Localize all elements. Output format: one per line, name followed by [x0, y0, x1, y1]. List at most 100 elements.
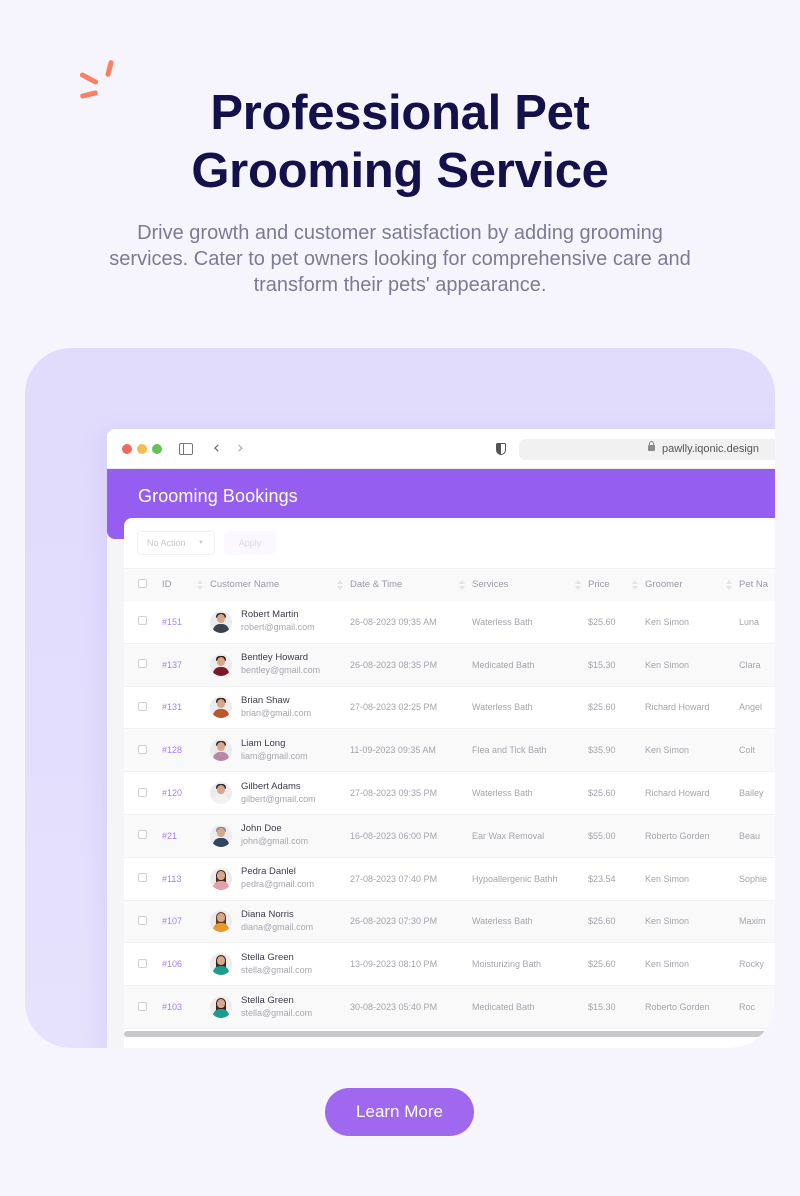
price: $35.90: [588, 728, 645, 773]
booking-id-link[interactable]: #106: [162, 959, 182, 969]
sidebar-toggle-icon[interactable]: [179, 443, 193, 455]
avatar: [210, 739, 232, 762]
table-row[interactable]: #113 Pedra Danlel pedra@gmail.com 27-08-…: [124, 857, 775, 901]
booking-id-link[interactable]: #137: [162, 660, 182, 670]
sort-icon[interactable]: [575, 579, 581, 590]
customer-cell: Bentley Howard bentley@gmail.com: [210, 652, 350, 677]
column-header-id[interactable]: ID: [162, 568, 210, 601]
service-name: Moisturizing Bath: [472, 942, 588, 987]
pet-name: Sophie: [739, 857, 775, 901]
hero-title-line-1: Professional Pet: [210, 86, 590, 140]
sort-icon[interactable]: [197, 579, 203, 590]
learn-more-button[interactable]: Learn More: [325, 1088, 474, 1136]
customer-email: liam@gmail.com: [241, 750, 308, 761]
groomer-name: Ken Simon: [645, 600, 739, 644]
column-header-groomer[interactable]: Groomer: [645, 568, 739, 601]
customer-cell: Liam Long liam@gmail.com: [210, 738, 350, 763]
customer-email: stella@gmail.com: [241, 1007, 313, 1018]
customer-email: diana@gmail.com: [241, 921, 314, 932]
price: $25.60: [588, 686, 645, 730]
row-checkbox[interactable]: [138, 873, 147, 883]
column-header-pet-name[interactable]: Pet Na: [739, 568, 775, 601]
select-all-checkbox[interactable]: [138, 578, 147, 588]
column-header-services[interactable]: Services: [472, 568, 588, 601]
row-checkbox[interactable]: [138, 787, 147, 797]
avatar: [210, 653, 232, 676]
booking-datetime: 27-08-2023 07:40 PM: [350, 857, 472, 901]
sort-icon[interactable]: [459, 579, 465, 590]
sort-icon[interactable]: [632, 579, 638, 590]
booking-id-link[interactable]: #151: [162, 617, 182, 627]
customer-cell: Stella Green stella@gmail.com: [210, 952, 350, 977]
groomer-name: Roberto Gorden: [645, 814, 739, 858]
customer-name: Stella Green: [241, 994, 294, 1006]
customer-email: brian@gmail.com: [241, 707, 312, 718]
customer-email: john@gmail.com: [241, 836, 309, 847]
minimize-window-dot[interactable]: [137, 444, 147, 454]
lock-icon: [648, 441, 655, 451]
customer-name: Robert Martin: [241, 609, 299, 621]
column-header-customer[interactable]: Customer Name: [210, 568, 350, 601]
table-header-row: ID Customer Name Date & Time Services Pr…: [124, 568, 775, 601]
service-name: Medicated Bath: [472, 985, 588, 1029]
table-row[interactable]: #131 Brian Shaw brian@gmail.com 27-08-20…: [124, 686, 775, 730]
price: $25.60: [588, 771, 645, 815]
close-window-dot[interactable]: [122, 444, 132, 454]
booking-id-link[interactable]: #128: [162, 745, 182, 755]
column-header-datetime[interactable]: Date & Time: [350, 568, 472, 601]
horizontal-scrollbar[interactable]: [124, 1031, 775, 1037]
booking-datetime: 30-08-2023 05:40 PM: [350, 985, 472, 1029]
groomer-name: Ken Simon: [645, 942, 739, 987]
booking-id-link[interactable]: #103: [162, 1002, 182, 1012]
avatar: [210, 996, 232, 1019]
table-row[interactable]: #151 Robert Martin robert@gmail.com 26-0…: [124, 600, 775, 644]
back-arrow-icon[interactable]: ‹: [213, 439, 220, 457]
row-checkbox[interactable]: [138, 659, 147, 669]
pet-name: Beau: [739, 814, 775, 858]
table-row[interactable]: #106 Stella Green stella@gmail.com 13-09…: [124, 942, 775, 987]
groomer-name: Ken Simon: [645, 643, 739, 687]
table-row[interactable]: #103 Stella Green stella@gmail.com 30-08…: [124, 985, 775, 1029]
sort-icon[interactable]: [726, 579, 732, 590]
groomer-name: Richard Howard: [645, 686, 739, 730]
booking-id-link[interactable]: #120: [162, 788, 182, 798]
row-checkbox[interactable]: [138, 616, 147, 626]
avatar: [210, 910, 232, 933]
pet-name: Luna: [739, 600, 775, 644]
booking-id-link[interactable]: #107: [162, 916, 182, 926]
table-row[interactable]: #137 Bentley Howard bentley@gmail.com 26…: [124, 643, 775, 687]
customer-name: Diana Norris: [241, 908, 294, 920]
address-bar[interactable]: pawlly.iqonic.design: [519, 439, 775, 460]
service-name: Hypoallergenic Bathh: [472, 857, 588, 901]
booking-id-link[interactable]: #21: [162, 831, 177, 841]
browser-window: ‹ › pawlly.iqonic.design Grooming Bookin…: [107, 429, 775, 1048]
bookings-panel: No Action ▼ Apply ID Customer Name Date …: [124, 518, 775, 1048]
table-row[interactable]: #128 Liam Long liam@gmail.com 11-09-2023…: [124, 728, 775, 773]
apply-button[interactable]: Apply: [224, 531, 276, 555]
table-row[interactable]: #120 Gilbert Adams gilbert@gmail.com 27-…: [124, 771, 775, 815]
customer-email: robert@gmail.com: [241, 622, 315, 633]
shield-icon[interactable]: [496, 443, 506, 455]
row-checkbox[interactable]: [138, 915, 147, 925]
table-row[interactable]: #107 Diana Norris diana@gmail.com 26-08-…: [124, 900, 775, 944]
row-checkbox[interactable]: [138, 744, 147, 754]
price: $55.00: [588, 814, 645, 858]
bulk-action-select[interactable]: No Action ▼: [137, 531, 215, 555]
column-header-price[interactable]: Price: [588, 568, 645, 601]
hero-title-line-2: Grooming Service: [191, 144, 609, 198]
row-checkbox[interactable]: [138, 1001, 147, 1011]
booking-id-link[interactable]: #113: [162, 874, 181, 884]
avatar: [210, 867, 232, 890]
groomer-name: Roberto Gorden: [645, 985, 739, 1029]
forward-arrow-icon[interactable]: ›: [237, 439, 244, 457]
row-checkbox[interactable]: [138, 958, 147, 968]
showcase-card: ‹ › pawlly.iqonic.design Grooming Bookin…: [25, 348, 775, 1048]
bulk-action-value: No Action: [147, 538, 186, 548]
maximize-window-dot[interactable]: [152, 444, 162, 454]
booking-id-link[interactable]: #131: [162, 702, 182, 712]
table-row[interactable]: #21 John Doe john@gmail.com 16-08-2023 0…: [124, 814, 775, 858]
sort-icon[interactable]: [337, 579, 343, 590]
groomer-name: Ken Simon: [645, 857, 739, 901]
row-checkbox[interactable]: [138, 701, 147, 711]
row-checkbox[interactable]: [138, 830, 147, 840]
